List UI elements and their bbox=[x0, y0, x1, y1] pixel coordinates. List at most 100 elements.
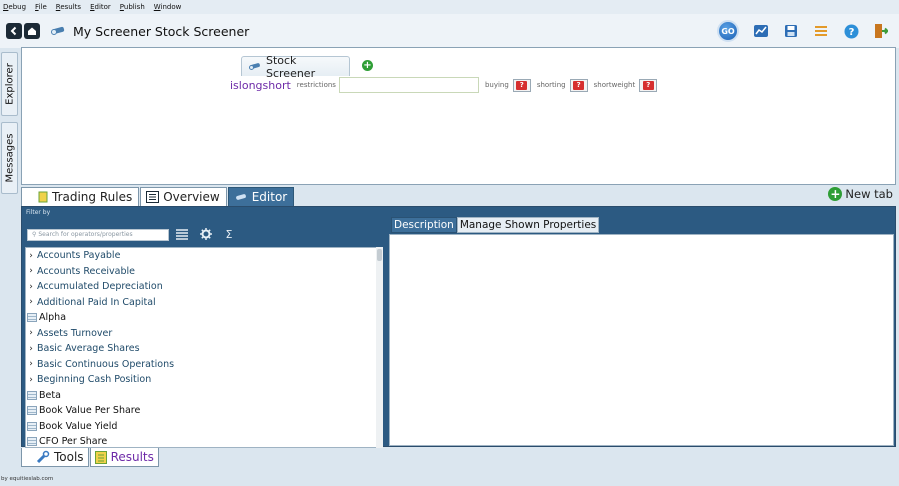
home-button[interactable] bbox=[24, 23, 40, 39]
svg-text:?: ? bbox=[848, 27, 854, 38]
chevron-right-icon[interactable]: › bbox=[27, 266, 35, 276]
question-icon: ? bbox=[516, 80, 528, 90]
list-item-label: Book Value Per Share bbox=[39, 405, 141, 417]
side-tabs: Explorer Messages bbox=[0, 48, 19, 198]
menu-bar: Debug File Results Editor Publish Window bbox=[0, 0, 899, 14]
list-item[interactable]: Alpha bbox=[26, 310, 382, 326]
chevron-right-icon[interactable]: › bbox=[27, 344, 35, 354]
menu-window[interactable]: Window bbox=[154, 3, 182, 11]
chevron-right-icon[interactable]: › bbox=[27, 251, 35, 261]
stock-screener-tab[interactable]: Stock Screener bbox=[241, 54, 350, 80]
menu-file[interactable]: File bbox=[35, 3, 47, 11]
list-item-label: Accounts Receivable bbox=[37, 265, 136, 277]
list-scrollbar[interactable] bbox=[376, 247, 383, 448]
lower-tab-bar: Trading Rules Overview Editor bbox=[21, 186, 295, 206]
list-item[interactable]: Book Value Per Share bbox=[26, 403, 382, 419]
list-item-label: Beginning Cash Position bbox=[37, 374, 152, 386]
buying-label: buying bbox=[484, 81, 509, 89]
list-item[interactable]: › Basic Continuous Operations bbox=[26, 357, 382, 373]
tab-trading-rules-label: Trading Rules bbox=[52, 190, 133, 204]
chevron-right-icon[interactable]: › bbox=[27, 297, 35, 307]
add-rule-button[interactable]: + bbox=[362, 60, 373, 71]
property-table-icon bbox=[27, 406, 37, 416]
property-table-icon bbox=[27, 313, 37, 323]
back-arrow-icon bbox=[10, 26, 17, 36]
chevron-right-icon[interactable]: › bbox=[27, 328, 35, 338]
rule-editor-panel: Stock Screener + islongshort restriction… bbox=[21, 47, 896, 185]
tab-messages[interactable]: Messages bbox=[1, 122, 18, 194]
search-input[interactable]: ⚲ Search for operators/properties bbox=[27, 229, 169, 241]
exit-icon[interactable] bbox=[873, 23, 889, 39]
list-item[interactable]: Beta bbox=[26, 388, 382, 404]
list-item[interactable]: › Assets Turnover bbox=[26, 326, 382, 342]
chevron-right-icon[interactable]: › bbox=[27, 375, 35, 385]
menu-publish[interactable]: Publish bbox=[120, 3, 145, 11]
chevron-right-icon[interactable]: › bbox=[27, 359, 35, 369]
back-button[interactable] bbox=[6, 23, 22, 39]
tab-overview[interactable]: Overview bbox=[140, 187, 227, 206]
bottom-tab-bar: Tools Results bbox=[21, 448, 160, 468]
filter-title: Filter by bbox=[26, 209, 51, 216]
plus-icon: + bbox=[828, 187, 843, 201]
tab-editor[interactable]: Editor bbox=[227, 187, 295, 206]
tab-explorer-label: Explorer bbox=[4, 63, 15, 105]
question-icon: ? bbox=[573, 80, 585, 90]
tab-description[interactable]: Description bbox=[391, 217, 457, 233]
shortweight-value-button[interactable]: ? bbox=[639, 78, 658, 92]
home-icon bbox=[28, 27, 36, 35]
buying-value-button[interactable]: ? bbox=[512, 78, 531, 92]
tab-trading-rules[interactable]: Trading Rules bbox=[21, 187, 140, 206]
shortweight-label: shortweight bbox=[593, 81, 636, 89]
trading-rules-icon bbox=[38, 191, 48, 203]
tab-results-label: Results bbox=[110, 450, 154, 464]
list-item-label: Alpha bbox=[39, 312, 67, 324]
restrictions-label: restrictions bbox=[296, 81, 336, 89]
tab-explorer[interactable]: Explorer bbox=[1, 52, 18, 116]
list-item-label: Assets Turnover bbox=[37, 327, 113, 339]
tab-tools[interactable]: Tools bbox=[21, 448, 89, 467]
sigma-icon[interactable]: Σ bbox=[222, 227, 236, 241]
list-item[interactable]: › Beginning Cash Position bbox=[26, 372, 382, 388]
tab-results[interactable]: Results bbox=[89, 448, 159, 467]
shorting-label: shorting bbox=[536, 81, 566, 89]
results-icon bbox=[94, 450, 107, 464]
properties-list: › Accounts Payable › Accounts Receivable › Ac… bbox=[25, 247, 383, 448]
tab-manage-shown-properties[interactable]: Manage Shown Properties bbox=[456, 217, 600, 233]
list-item[interactable]: CFO Per Share bbox=[26, 434, 382, 448]
list-item[interactable]: Book Value Yield bbox=[26, 419, 382, 435]
chart-icon[interactable] bbox=[753, 23, 769, 39]
list-item[interactable]: › Basic Average Shares bbox=[26, 341, 382, 357]
restrictions-input[interactable] bbox=[338, 77, 479, 93]
telescope-icon bbox=[51, 26, 65, 35]
page-title: My Screener Stock Screener bbox=[73, 23, 250, 39]
menu-debug[interactable]: Debug bbox=[3, 3, 26, 11]
help-icon[interactable]: ? bbox=[843, 23, 859, 39]
chevron-right-icon[interactable]: › bbox=[27, 282, 35, 292]
list-item-label: CFO Per Share bbox=[39, 436, 108, 448]
property-table-icon bbox=[27, 421, 37, 431]
rule-name[interactable]: islongshort bbox=[230, 79, 291, 92]
save-icon[interactable] bbox=[783, 23, 799, 39]
list-item[interactable]: › Accounts Payable bbox=[26, 248, 382, 264]
list-settings-icon[interactable] bbox=[813, 23, 829, 39]
new-tab-button[interactable]: + New tab bbox=[828, 187, 893, 201]
list-item[interactable]: › Additional Paid In Capital bbox=[26, 295, 382, 311]
list-view-icon[interactable] bbox=[175, 227, 189, 241]
list-item-label: Book Value Yield bbox=[39, 420, 118, 432]
menu-results[interactable]: Results bbox=[56, 3, 81, 11]
question-icon: ? bbox=[642, 80, 654, 90]
list-item-label: Accounts Payable bbox=[37, 250, 121, 262]
tab-overview-label: Overview bbox=[163, 190, 220, 204]
shorting-value-button[interactable]: ? bbox=[569, 78, 588, 92]
list-item-label: Basic Average Shares bbox=[37, 343, 140, 355]
search-icon: ⚲ bbox=[32, 231, 37, 238]
telescope-icon bbox=[248, 63, 260, 70]
list-item-label: Basic Continuous Operations bbox=[37, 358, 175, 370]
settings-gear-icon[interactable] bbox=[199, 227, 213, 241]
list-item[interactable]: › Accounts Receivable bbox=[26, 264, 382, 280]
wrench-icon bbox=[36, 450, 50, 464]
menu-editor[interactable]: Editor bbox=[90, 3, 111, 11]
go-button[interactable]: GO bbox=[717, 20, 739, 42]
list-item[interactable]: › Accumulated Depreciation bbox=[26, 279, 382, 295]
scrollbar-thumb[interactable] bbox=[377, 249, 382, 261]
